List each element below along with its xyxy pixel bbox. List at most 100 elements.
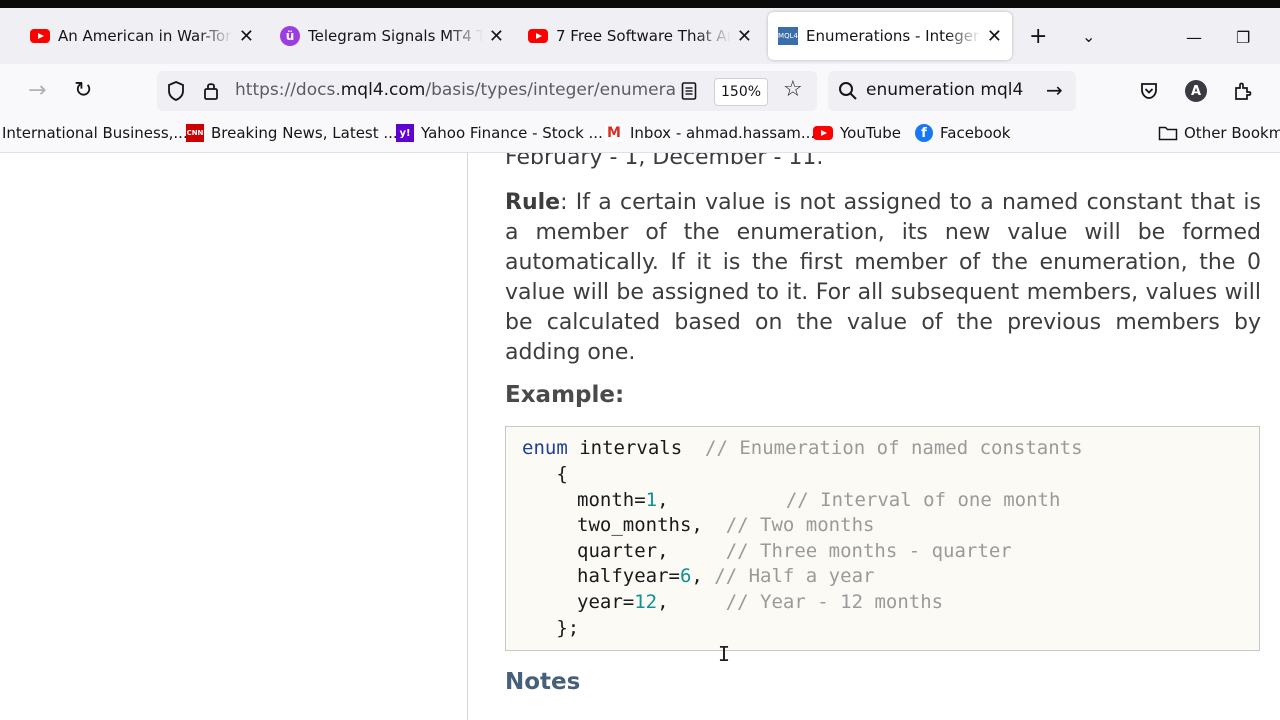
tab-title: Enumerations - Integer Ty xyxy=(806,27,981,45)
url-prefix: https://docs. xyxy=(235,80,341,100)
tab-strip: An American in War-Torn ✕ ü Telegram Sig… xyxy=(0,8,1280,64)
minimize-icon[interactable]: — xyxy=(1186,28,1202,47)
folder-icon xyxy=(1158,126,1178,141)
member-suffix xyxy=(703,514,726,536)
bookmark-item[interactable]: International Business,... xyxy=(2,124,188,142)
pocket-icon[interactable] xyxy=(1139,81,1159,101)
member-comment: // Year - 12 months xyxy=(725,591,944,613)
text-cursor-icon: I xyxy=(718,642,731,666)
member-suffix: , xyxy=(657,489,703,511)
code-block: enum intervals // Enumeration of named c… xyxy=(505,426,1260,651)
rule-paragraph: Rule: If a certain value is not assigned… xyxy=(505,188,1261,368)
code-comment: // Enumeration of named constants xyxy=(705,437,1083,459)
search-input[interactable]: enumeration mql4 xyxy=(866,80,1023,100)
tab-1[interactable]: ü Telegram Signals MT4 Tra ✕ xyxy=(270,12,514,60)
bookmarks-toolbar: International Business,... CNN Breaking … xyxy=(0,118,1280,153)
url-domain: mql4.com xyxy=(340,80,426,100)
member-suffix: , xyxy=(691,565,715,587)
bookmark-item[interactable]: f Facebook xyxy=(915,124,1010,142)
bookmark-item[interactable]: M Inbox - ahmad.hassam... xyxy=(605,124,815,142)
lock-icon[interactable] xyxy=(203,81,219,101)
reader-view-icon[interactable] xyxy=(681,82,697,100)
tab-title: An American in War-Torn xyxy=(58,27,233,45)
page-content: February - 1, December - 11. Rule: If a … xyxy=(0,153,1280,720)
address-bar[interactable]: https://docs.mql4.com/basis/types/intege… xyxy=(157,71,817,111)
member-suffix xyxy=(669,540,726,562)
member-value: 12 xyxy=(634,591,658,613)
close-tab-icon[interactable]: ✕ xyxy=(987,26,1002,47)
search-bar[interactable]: enumeration mql4 → xyxy=(828,71,1076,111)
code-line-member: halfyear=6, // Half a year xyxy=(577,565,874,587)
close-tab-icon[interactable]: ✕ xyxy=(239,26,254,47)
sidebar-divider xyxy=(467,153,468,720)
tab-0[interactable]: An American in War-Torn ✕ xyxy=(20,12,264,60)
account-avatar[interactable]: A xyxy=(1185,80,1207,102)
bookmark-label: Facebook xyxy=(940,124,1011,142)
forward-icon[interactable]: → xyxy=(28,79,46,103)
bookmark-label: YouTube xyxy=(840,124,901,142)
member-value: 6 xyxy=(679,565,692,587)
youtube-icon xyxy=(528,29,548,43)
chevron-down-icon[interactable]: ⌄ xyxy=(1082,26,1095,48)
url-text[interactable]: https://docs.mql4.com/basis/types/intege… xyxy=(235,80,675,100)
member-name: halfyear= xyxy=(577,565,680,587)
close-tab-icon[interactable]: ✕ xyxy=(489,26,504,47)
member-comment: // Interval of one month xyxy=(785,489,1061,511)
code-line-open-brace: { xyxy=(522,463,568,485)
rule-label: Rule xyxy=(505,190,561,215)
bookmark-item[interactable]: y! Yahoo Finance - Stock ... xyxy=(396,124,603,142)
member-value: 1 xyxy=(645,489,658,511)
member-comment: // Two months xyxy=(725,514,875,536)
bookmark-label: Other Bookmarks xyxy=(1184,124,1280,142)
facebook-icon: f xyxy=(915,124,933,142)
mql4-icon: MQL4 xyxy=(778,27,798,45)
window-top-edge xyxy=(0,0,1280,8)
close-tab-icon[interactable]: ✕ xyxy=(737,26,752,47)
bookmark-star-icon[interactable]: ☆ xyxy=(783,77,803,102)
bookmark-label: Yahoo Finance - Stock ... xyxy=(421,124,603,142)
member-name: two_months, xyxy=(577,514,703,536)
member-comment: // Three months - quarter xyxy=(725,540,1012,562)
gmail-icon: M xyxy=(605,124,623,142)
bookmark-item[interactable]: CNN Breaking News, Latest ... xyxy=(186,124,398,142)
bookmark-item[interactable]: YouTube xyxy=(813,124,901,142)
new-tab-icon[interactable]: + xyxy=(1029,26,1047,48)
bookmark-label: International Business,... xyxy=(2,124,188,142)
url-path: /basis/types/integer/enumeration xyxy=(425,80,675,100)
telegram-icon: ü xyxy=(280,26,300,46)
shield-icon[interactable] xyxy=(167,81,185,101)
zoom-level-button[interactable]: 150% xyxy=(714,78,769,106)
member-name: year= xyxy=(577,591,635,613)
code-line-close-brace: }; xyxy=(522,617,580,639)
tab-title: Telegram Signals MT4 Tra xyxy=(308,27,483,45)
example-heading: Example: xyxy=(505,382,625,408)
cnn-icon: CNN xyxy=(186,124,204,142)
tab-2[interactable]: 7 Free Software That Are ✕ xyxy=(518,12,762,60)
extensions-icon[interactable] xyxy=(1232,80,1254,102)
youtube-icon xyxy=(30,29,50,43)
reload-icon[interactable]: ↻ xyxy=(74,79,92,103)
member-name: month= xyxy=(577,489,646,511)
navigation-bar: → ↻ https://docs.mql4.com/basis/types/in… xyxy=(0,64,1280,118)
tab-title: 7 Free Software That Are xyxy=(556,27,731,45)
code-line-member: two_months, // Two months xyxy=(577,514,874,536)
search-go-icon[interactable]: → xyxy=(1046,78,1063,102)
bookmark-folder-other[interactable]: Other Bookmarks xyxy=(1158,124,1280,142)
code-line-member: month=1, // Interval of one month xyxy=(577,489,1060,511)
restore-icon[interactable]: ❐ xyxy=(1236,28,1250,47)
member-comment: // Half a year xyxy=(714,565,875,587)
member-name: quarter, xyxy=(577,540,669,562)
code-keyword: enum xyxy=(522,437,568,459)
search-icon xyxy=(839,82,857,100)
tab-3-active[interactable]: MQL4 Enumerations - Integer Ty ✕ xyxy=(768,12,1012,60)
bookmark-label: Inbox - ahmad.hassam... xyxy=(630,124,816,142)
youtube-icon xyxy=(813,126,833,140)
member-suffix: , xyxy=(657,591,726,613)
code-line-member: quarter, // Three months - quarter xyxy=(577,540,1012,562)
code-identifier: intervals xyxy=(567,437,706,459)
rule-text: : If a certain value is not assigned to … xyxy=(505,190,1261,365)
code-line-enum: enum intervals // Enumeration of named c… xyxy=(522,437,1083,459)
bookmark-label: Breaking News, Latest ... xyxy=(211,124,398,142)
yahoo-icon: y! xyxy=(396,124,414,142)
cutoff-text-line: February - 1, December - 11. xyxy=(505,153,824,170)
